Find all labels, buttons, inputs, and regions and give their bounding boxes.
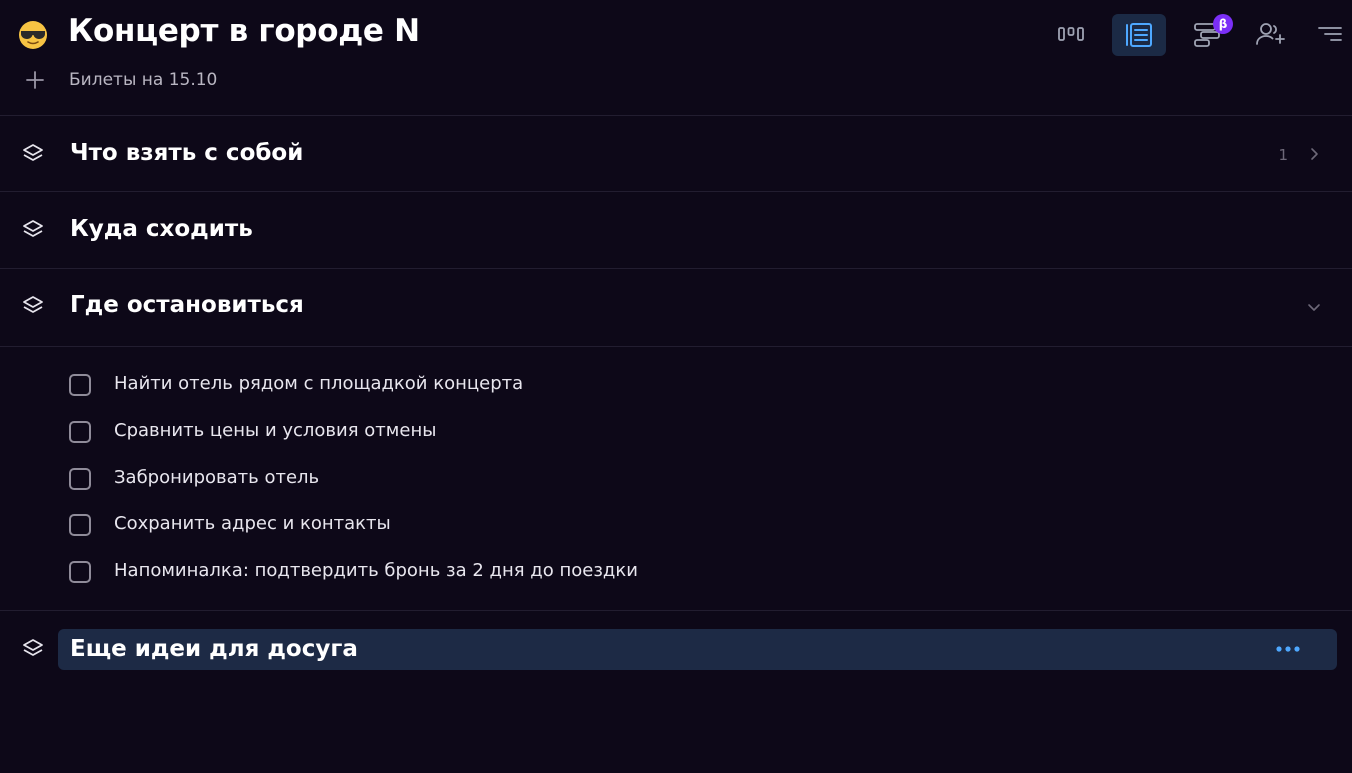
layers-icon — [23, 639, 43, 656]
section-title[interactable]: Еще идеи для досуга — [70, 636, 358, 662]
page-title: Концерт в городе N — [68, 13, 420, 49]
board-view-icon — [1058, 27, 1084, 41]
section-task-count: 1 — [1278, 146, 1288, 164]
options-menu-button[interactable] — [1308, 14, 1352, 54]
section-title: Что взять с собой — [70, 140, 304, 166]
section-where-to-stay[interactable]: Где остановиться — [0, 269, 1352, 345]
list-view-icon — [1126, 23, 1152, 47]
task-item[interactable]: Забронировать отель — [69, 466, 969, 494]
plus-icon[interactable] — [24, 69, 46, 91]
section-what-to-take[interactable]: Что взять с собой 1 — [0, 116, 1352, 192]
board-view-button[interactable] — [1049, 14, 1093, 54]
divider — [0, 610, 1352, 611]
project-subtitle[interactable]: Билеты на 15.10 — [69, 70, 217, 90]
task-checkbox[interactable] — [69, 514, 91, 536]
more-options-icon[interactable] — [1274, 640, 1302, 658]
task-label: Найти отель рядом с площадкой концерта — [114, 373, 524, 394]
task-item[interactable]: Напоминалка: подтвердить бронь за 2 дня … — [69, 559, 969, 587]
menu-icon — [1318, 27, 1342, 41]
chevron-right-icon[interactable] — [1306, 146, 1322, 162]
task-item[interactable]: Найти отель рядом с площадкой концерта — [69, 372, 969, 400]
add-user-icon — [1256, 23, 1285, 45]
layers-icon — [23, 220, 43, 237]
task-checkbox[interactable] — [69, 421, 91, 443]
section-title: Куда сходить — [70, 216, 253, 242]
task-item[interactable]: Сравнить цены и условия отмены — [69, 419, 969, 447]
project-page: Концерт в городе N Билеты на 15.10 β Что… — [0, 0, 1352, 773]
section-title: Где остановиться — [70, 292, 304, 318]
beta-badge: β — [1213, 14, 1233, 34]
chevron-down-icon[interactable] — [1306, 299, 1322, 315]
task-label: Напоминалка: подтвердить бронь за 2 дня … — [114, 560, 638, 581]
timeline-view-button[interactable]: β — [1186, 14, 1233, 54]
task-label: Забронировать отель — [114, 467, 320, 488]
list-view-button[interactable] — [1112, 14, 1166, 56]
task-label: Сравнить цены и условия отмены — [114, 420, 437, 441]
layers-icon — [23, 296, 43, 313]
section-where-to-go[interactable]: Куда сходить — [0, 192, 1352, 268]
divider — [0, 346, 1352, 347]
invite-user-button[interactable] — [1249, 14, 1293, 54]
layers-icon — [23, 144, 43, 161]
task-checkbox[interactable] — [69, 468, 91, 490]
task-item[interactable]: Сохранить адрес и контакты — [69, 512, 969, 540]
task-checkbox[interactable] — [69, 374, 91, 396]
sunglasses-emoji-icon — [19, 21, 47, 49]
task-label: Сохранить адрес и контакты — [114, 513, 391, 534]
task-checkbox[interactable] — [69, 561, 91, 583]
